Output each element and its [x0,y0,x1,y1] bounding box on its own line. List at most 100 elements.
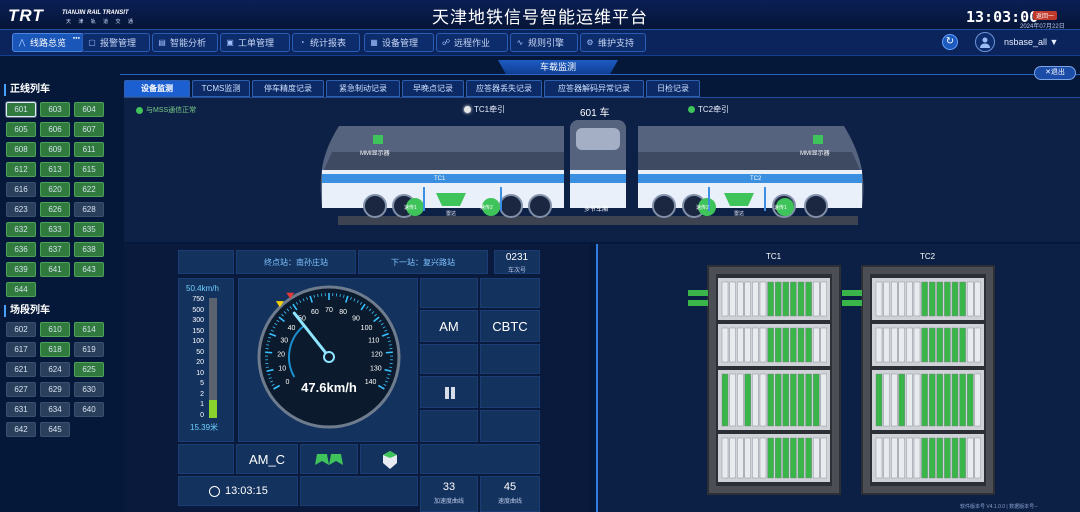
rack-card [759,373,767,427]
gauge-tick [266,344,270,346]
rack-card [721,281,729,317]
blank-cell [420,278,478,308]
train-640[interactable]: 640 [74,402,104,417]
header-date: 2024年07月22日 [1020,24,1065,30]
top-bar: TRT TIANJIN RAIL TRANSIT 天 津 轨 道 交 通 天津地… [0,0,1080,30]
train-623[interactable]: 623 [6,202,36,217]
train-605[interactable]: 605 [6,122,36,137]
train-616[interactable]: 616 [6,182,36,197]
train-602[interactable]: 602 [6,322,36,337]
train-642[interactable]: 642 [6,422,36,437]
train-629[interactable]: 629 [40,382,70,397]
train-644[interactable]: 644 [6,282,36,297]
train-625[interactable]: 625 [74,362,104,377]
train-628[interactable]: 628 [74,202,104,217]
train-630[interactable]: 630 [74,382,104,397]
train-645[interactable]: 645 [40,422,70,437]
train-619[interactable]: 619 [74,342,104,357]
train-641[interactable]: 641 [40,262,70,277]
train-632[interactable]: 632 [6,222,36,237]
train-633[interactable]: 633 [40,222,70,237]
gauge-tick-label: 10 [278,366,286,373]
nav-4[interactable]: ◔ 统计报表 [292,33,360,52]
rack-card [959,373,966,427]
train-638[interactable]: 638 [74,242,104,257]
speed-sensor-1: 速传1 [404,205,417,211]
train-601[interactable]: 601 [6,102,36,117]
train-643[interactable]: 643 [74,262,104,277]
nav-1[interactable]: ▢ 报警管理 [82,33,150,52]
train-606[interactable]: 606 [40,122,70,137]
train-620[interactable]: 620 [40,182,70,197]
nav-3[interactable]: ▣ 工单管理 [220,33,290,52]
tab-5[interactable]: 应答器丢失记录 [466,80,542,97]
rack-card [729,327,736,363]
train-611[interactable]: 611 [74,142,104,157]
mmi-left: MMI显示器 [360,151,390,157]
train-624[interactable]: 624 [40,362,70,377]
train-613[interactable]: 613 [40,162,70,177]
train-617[interactable]: 617 [6,342,36,357]
train-634[interactable]: 634 [40,402,70,417]
gauge-tick [388,344,392,346]
train-604[interactable]: 604 [74,102,104,117]
refresh-icon[interactable]: ↻ [942,34,958,50]
train-609[interactable]: 609 [40,142,70,157]
user-menu[interactable]: nsbase_all ▼ [1004,37,1058,47]
tab-0[interactable]: 设备监测 [124,80,190,97]
rack-card [774,327,782,363]
cabinet-panel: TC1 TC2 [596,244,1080,512]
nav-2[interactable]: ▤ 智能分析 [152,33,218,52]
middle-cars: 多节车厢 [584,207,609,213]
rack-card [782,281,790,317]
train-614[interactable]: 614 [74,322,104,337]
tab-1[interactable]: TCMS监测 [192,80,250,97]
avatar[interactable] [975,32,995,52]
train-618[interactable]: 618 [40,342,70,357]
train-635[interactable]: 635 [74,222,104,237]
train-626[interactable]: 626 [40,202,70,217]
train-622[interactable]: 622 [74,182,104,197]
support-icon: ⚙ [586,38,594,47]
nav-0[interactable]: ⋀ 线路总览 ●●● [12,33,84,52]
train-639[interactable]: 639 [6,262,36,277]
depot-title: 场段列车 [4,305,50,317]
train-631[interactable]: 631 [6,402,36,417]
rack-card [790,327,797,363]
rack-card [913,281,921,317]
nav-6[interactable]: ☍ 远程作业 [436,33,508,52]
gauge-tick-label: 130 [370,366,382,373]
logo-en-text: TIANJIN RAIL TRANSIT [62,10,129,16]
train-637[interactable]: 637 [40,242,70,257]
rack-card [891,437,898,479]
train-612[interactable]: 612 [6,162,36,177]
signal-cell: CBTC [480,310,540,342]
gauge-tick-label: 60 [311,309,319,316]
analysis-icon: ▤ [158,38,166,47]
nav-5[interactable]: ▦ 设备管理 [364,33,434,52]
rack-card [967,373,974,427]
rack-card [805,327,812,363]
train-607[interactable]: 607 [74,122,104,137]
train-615[interactable]: 615 [74,162,104,177]
tab-7[interactable]: 日检记录 [646,80,700,97]
train-608[interactable]: 608 [6,142,36,157]
nav-8[interactable]: ⚙ 维护支持 [580,33,646,52]
train-621[interactable]: 621 [6,362,36,377]
train-636[interactable]: 636 [6,242,36,257]
rack-card [812,281,820,317]
train-627[interactable]: 627 [6,382,36,397]
rack-card [921,281,928,317]
tab-4[interactable]: 早晚点记录 [402,80,464,97]
tab-2[interactable]: 停车精度记录 [252,80,324,97]
rack-card [774,437,782,479]
nav-7[interactable]: ∿ 规则引擎 [510,33,578,52]
exit-button[interactable]: ✕退出 [1034,66,1076,80]
train-610[interactable]: 610 [40,322,70,337]
distance-tick: 2 [200,390,204,398]
tab-3[interactable]: 紧急制动记录 [326,80,400,97]
tab-6[interactable]: 应答器解码异常记录 [544,80,644,97]
back-badge[interactable]: 返回一 [1033,11,1058,20]
rack-card [767,327,774,363]
train-603[interactable]: 603 [40,102,70,117]
